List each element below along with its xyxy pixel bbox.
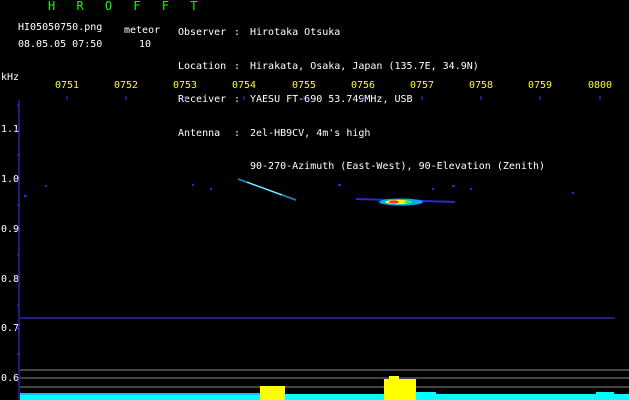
capture-datetime: 08.05.05 07:50 — [18, 39, 103, 50]
info-value: Hirotaka Otsuka — [250, 27, 341, 38]
info-separator: : — [234, 60, 241, 72]
time-tick-label: 0759 — [527, 80, 553, 91]
info-label: Observer — [178, 27, 227, 38]
info-label: Location — [178, 60, 227, 72]
time-tick-label: 0753 — [172, 80, 198, 91]
meteor-label: meteor — [124, 25, 161, 36]
time-tick-label: 0755 — [291, 80, 317, 91]
spectrogram-window: H R O F F T HI05050750.png 08.05.05 07:5… — [0, 0, 629, 400]
background-noise-dots — [24, 184, 574, 197]
time-tick-marks — [66, 96, 601, 100]
time-tick-label: 0752 — [113, 80, 139, 91]
info-row-observer: Observer: Hirotaka Otsuka — [178, 27, 545, 39]
info-value: Hirakata, Osaka, Japan (135.7E, 34.9N) — [250, 60, 479, 72]
time-tick-label: 0754 — [231, 80, 257, 91]
time-tick-label: 0758 — [468, 80, 494, 91]
time-tick-label: 0757 — [409, 80, 435, 91]
time-tick-label: 0800 — [587, 80, 613, 91]
time-tick-label: 0751 — [54, 80, 80, 91]
freq-axis — [15, 100, 20, 400]
meteor-trail-1 — [237, 178, 297, 201]
meteor-trail-2 — [355, 198, 456, 206]
info-separator: : — [234, 27, 241, 38]
info-row-location: Location: Hirakata, Osaka, Japan (135.7E,… — [178, 61, 545, 73]
spectrogram-plot — [15, 96, 629, 400]
signal-level-bars — [20, 376, 629, 400]
frequency-unit-label: kHz — [1, 72, 20, 83]
time-tick-label: 0756 — [350, 80, 376, 91]
meteor-count: 10 — [139, 39, 152, 50]
image-filename: HI05050750.png — [18, 22, 103, 33]
